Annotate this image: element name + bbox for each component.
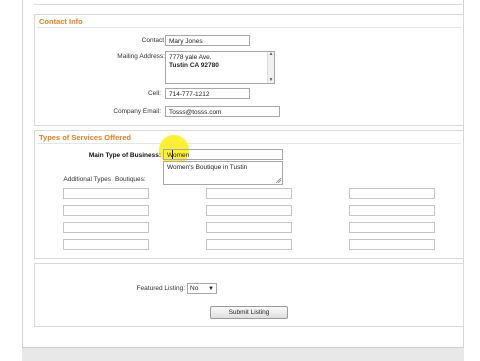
resize-handle-icon[interactable] (276, 178, 281, 183)
additional-type-field[interactable] (63, 222, 149, 233)
additional-type-field[interactable] (349, 239, 435, 250)
additional-type-field[interactable] (63, 205, 149, 216)
additional-type-field[interactable] (63, 239, 149, 250)
text-cursor (172, 150, 173, 159)
additional-types-label: Additional Types (63, 176, 111, 183)
contact-info-section: Contact Info Contact Name: Mary Jones Ma… (34, 14, 464, 126)
featured-listing-value: No (190, 285, 199, 292)
featured-listing-select[interactable]: No ▼ (187, 283, 217, 294)
page-footer-bar (22, 347, 464, 361)
cell-input[interactable]: 714-777-1212 (165, 88, 250, 99)
services-section: Types of Services Offered Main Type of B… (34, 130, 464, 259)
scroll-up-icon[interactable]: ▲ (268, 52, 274, 57)
company-email-label: Company Email: (113, 108, 161, 115)
services-legend: Types of Services Offered (39, 133, 131, 142)
additional-type-field[interactable] (349, 222, 435, 233)
contact-info-legend: Contact Info (39, 17, 83, 26)
cell-label: Cell: (147, 90, 161, 97)
mailing-address-line2: Tustin CA 92780 (169, 62, 219, 69)
legend-divider (37, 27, 461, 28)
submit-listing-button[interactable]: Submit Listing (210, 306, 288, 319)
additional-type-field[interactable] (349, 188, 435, 199)
business-description-textarea[interactable]: Women's Boutique in Tustin (163, 161, 283, 185)
mailing-address-label: Mailing Address: (117, 53, 165, 60)
boutiques-label: Boutiques: (115, 176, 146, 183)
mailing-address-line1: 7778 yale Ave. (169, 54, 212, 61)
additional-type-field[interactable] (206, 222, 292, 233)
scroll-down-icon[interactable]: ▼ (268, 78, 274, 83)
additional-type-field[interactable] (63, 188, 149, 199)
business-description-text: Women's Boutique in Tustin (167, 164, 248, 171)
main-type-input[interactable]: Women (163, 149, 283, 160)
additional-type-field[interactable] (206, 239, 292, 250)
additional-type-field[interactable] (349, 205, 435, 216)
featured-listing-label: Featured Listing: (136, 285, 185, 292)
company-email-input[interactable]: Tosss@tosss.com (165, 106, 280, 117)
main-type-label: Main Type of Business: (88, 152, 161, 159)
contact-name-input[interactable]: Mary Jones (165, 35, 250, 46)
additional-type-field[interactable] (206, 188, 292, 199)
previous-section-edge (34, 0, 462, 5)
textarea-scrollbar[interactable]: ▲ ▼ (267, 52, 274, 83)
page-frame-left (22, 0, 23, 360)
mailing-address-textarea[interactable]: 7778 yale Ave. Tustin CA 92780 ▲ ▼ (165, 51, 275, 84)
legend-divider (37, 143, 461, 144)
chevron-down-icon: ▼ (208, 286, 214, 292)
additional-type-field[interactable] (206, 205, 292, 216)
